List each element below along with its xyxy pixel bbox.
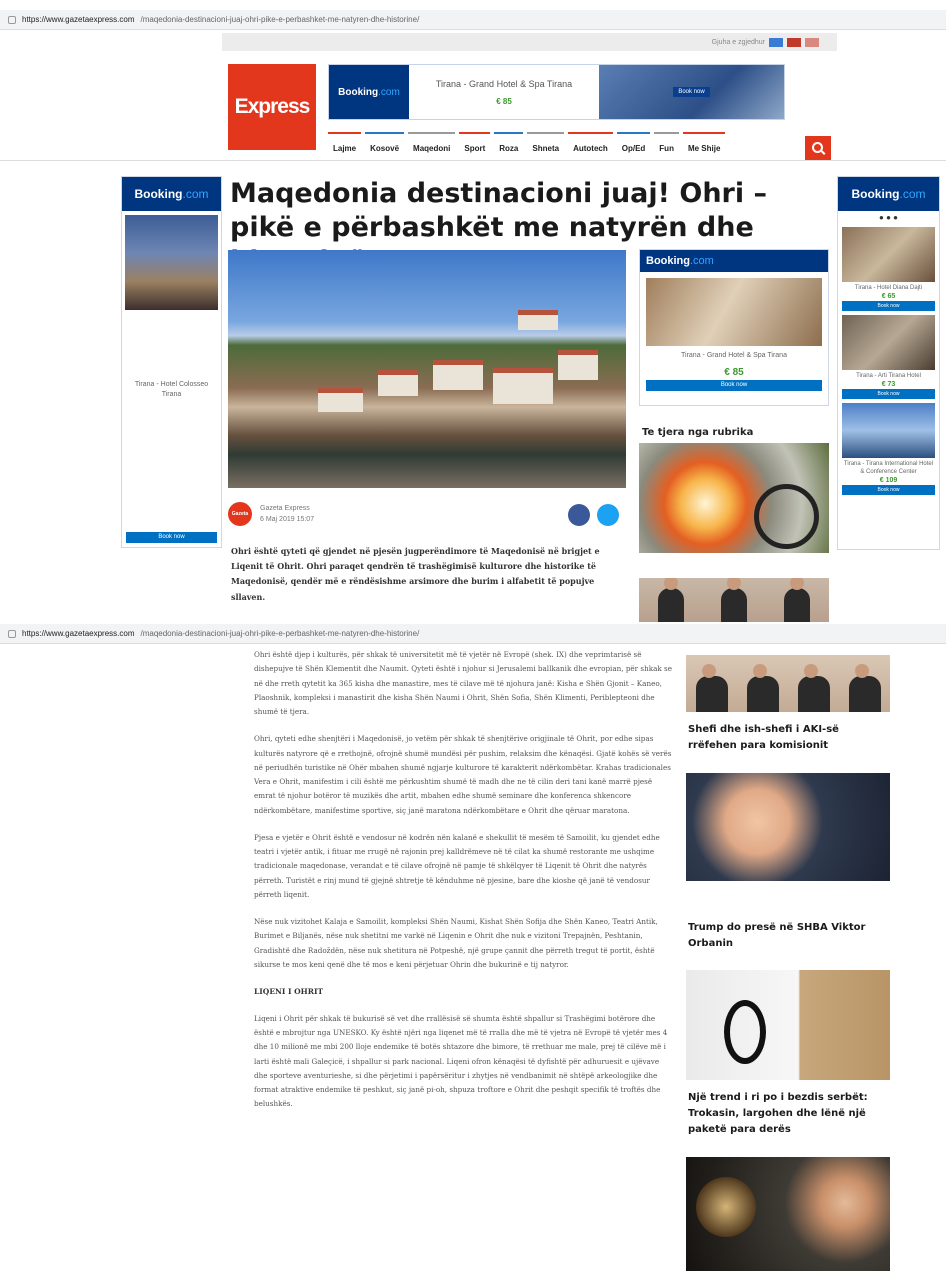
related-story-title[interactable]: Një trend i ri po i bezdis serbët: Troka… [688, 1090, 888, 1138]
article-hero-image [228, 250, 626, 488]
url-domain: https://www.gazetaexpress.com [22, 629, 135, 638]
url-path: /maqedonia-destinacioni-juaj-ohri-pike-e… [140, 629, 420, 638]
ad-hotel-image: Book now [599, 65, 784, 119]
lock-icon [8, 15, 16, 24]
ad-price: € 85 [496, 96, 512, 106]
ad-hotel-name: Tirana - Hotel Colosseo Tirana [134, 381, 209, 398]
article-date: 6 Maj 2019 15:07 [260, 516, 315, 523]
facebook-share-icon[interactable] [568, 504, 590, 526]
nav-item-oped[interactable]: Op/Ed [616, 132, 651, 158]
flag-icon[interactable] [787, 37, 801, 47]
ad-book-button[interactable]: Book now [673, 87, 710, 97]
related-story-image[interactable] [686, 970, 890, 1080]
carousel-dots[interactable]: ● ● ● [838, 211, 939, 225]
search-icon [811, 141, 823, 153]
related-story-image[interactable] [686, 1157, 890, 1271]
nav-item-roza[interactable]: Roza [494, 132, 524, 158]
main-nav: Lajme Kosovë Maqedoni Sport Roza Shneta … [328, 132, 726, 158]
ad-price: € 73 [881, 381, 896, 389]
author-name[interactable]: Gazeta Express [260, 503, 314, 514]
related-story-title[interactable]: Shefi dhe ish-shefi i AKI-së rrëfehen pa… [688, 722, 888, 754]
related-story-image[interactable] [639, 578, 829, 622]
article-paragraph: Ohri, qyteti edhe shenjtëri i Maqedonisë… [254, 734, 672, 815]
search-button[interactable] [805, 136, 831, 160]
ad-hotel-image [842, 403, 935, 459]
ad-hotel-name: Tirana - Tirana International Hotel & Co… [843, 461, 934, 475]
article-body: Ohri është djep i kulturës, për shkak të… [254, 648, 672, 1125]
ad-hotel-image [842, 315, 935, 371]
nav-item-maqedoni[interactable]: Maqedoni [408, 132, 456, 158]
sidebar-ad[interactable]: Booking .com Tirana - Grand Hotel & Spa T… [639, 249, 829, 406]
article-lead: Ohri është qyteti që gjendet në pjesën j… [231, 546, 600, 602]
ad-price: € 85 [724, 367, 744, 378]
ad-book-button[interactable]: Book now [842, 301, 935, 312]
address-bar[interactable]: https://www.gazetaexpress.com/maqedonia-… [0, 624, 946, 644]
right-skyscraper-ad[interactable]: Booking .com ● ● ● Tirana - Hotel Diana D… [837, 176, 940, 550]
flag-icon[interactable] [769, 37, 783, 47]
ad-price: € 109 [879, 476, 898, 484]
header-divider [0, 160, 946, 161]
nav-item-shneta[interactable]: Shneta [527, 132, 565, 158]
flag-icon[interactable] [805, 37, 819, 47]
related-story-image[interactable] [686, 655, 890, 712]
logo-text: Express [234, 95, 311, 118]
article-paragraph: Pjesa e vjetër e Ohrit është e vendosur … [254, 832, 660, 899]
article-paragraph: Ohri është djep i kulturës, për shkak të… [254, 650, 672, 716]
ad-book-button[interactable]: Book now [126, 532, 217, 543]
article-paragraph: Liqeni i Ohrit për shkak të bukurisë së … [254, 1013, 668, 1109]
language-bar: Gjuha e zgjedhur [222, 33, 837, 51]
nav-item-lajme[interactable]: Lajme [328, 132, 362, 158]
ad-book-button[interactable]: Book now [842, 484, 935, 495]
article-author: Gazeta Gazeta Express 6 Maj 2019 15:07 [228, 502, 314, 526]
related-story-image[interactable] [639, 443, 829, 553]
nav-item-me-shije[interactable]: Me Shije [682, 132, 726, 158]
related-story-title[interactable]: Trump do presë në SHBA Viktor Orbanin [688, 920, 888, 952]
booking-logo: Booking .com [640, 250, 828, 272]
ad-hotel-name: Tirana - Grand Hotel & Spa Tirana [681, 352, 787, 359]
ad-hotel-name: Tirana - Grand Hotel & Spa Tirana [435, 78, 573, 89]
ad-hotel-name: Tirana - Hotel Diana Dajti [854, 285, 923, 291]
section-heading: LIQENI I OHRIT [254, 987, 324, 996]
related-heading: Te tjera nga rubrika [642, 427, 754, 438]
nav-item-fun[interactable]: Fun [654, 132, 679, 158]
booking-logo: Booking .com [838, 177, 939, 211]
booking-logo: Booking .com [122, 177, 221, 211]
booking-logo: Booking .com [329, 65, 409, 119]
nav-item-kosove[interactable]: Kosovë [365, 132, 405, 158]
avatar: Gazeta [228, 502, 252, 526]
article-paragraph: Nëse nuk vizitohet Kalaja e Samoilit, ko… [254, 917, 658, 969]
url-path: /maqedonia-destinacioni-juaj-ohri-pike-e… [140, 15, 420, 24]
twitter-share-icon[interactable] [597, 504, 619, 526]
ad-hotel-name: Tirana - Arti Tirana Hotel [856, 373, 921, 380]
top-banner-ad[interactable]: Booking .com Tirana - Grand Hotel & Spa T… [328, 64, 785, 120]
ad-price: € 65 [881, 293, 896, 301]
nav-item-sport[interactable]: Sport [459, 132, 491, 158]
site-logo[interactable]: Express [228, 64, 316, 150]
ad-book-button[interactable]: Book now [646, 380, 822, 391]
nav-item-autotech[interactable]: Autotech [568, 132, 613, 158]
related-story-image[interactable] [686, 773, 890, 881]
ad-hotel-image [842, 227, 935, 282]
ad-hotel-image [646, 278, 822, 346]
ad-hotel-image [125, 215, 218, 310]
lock-icon [8, 629, 16, 638]
url-domain: https://www.gazetaexpress.com [22, 15, 135, 24]
left-skyscraper-ad[interactable]: Booking .com Tirana - Hotel Colosseo Tira… [121, 176, 222, 548]
ad-book-button[interactable]: Book now [842, 389, 935, 400]
address-bar[interactable]: https://www.gazetaexpress.com/maqedonia-… [0, 10, 946, 30]
language-label: Gjuha e zgjedhur [711, 38, 765, 46]
